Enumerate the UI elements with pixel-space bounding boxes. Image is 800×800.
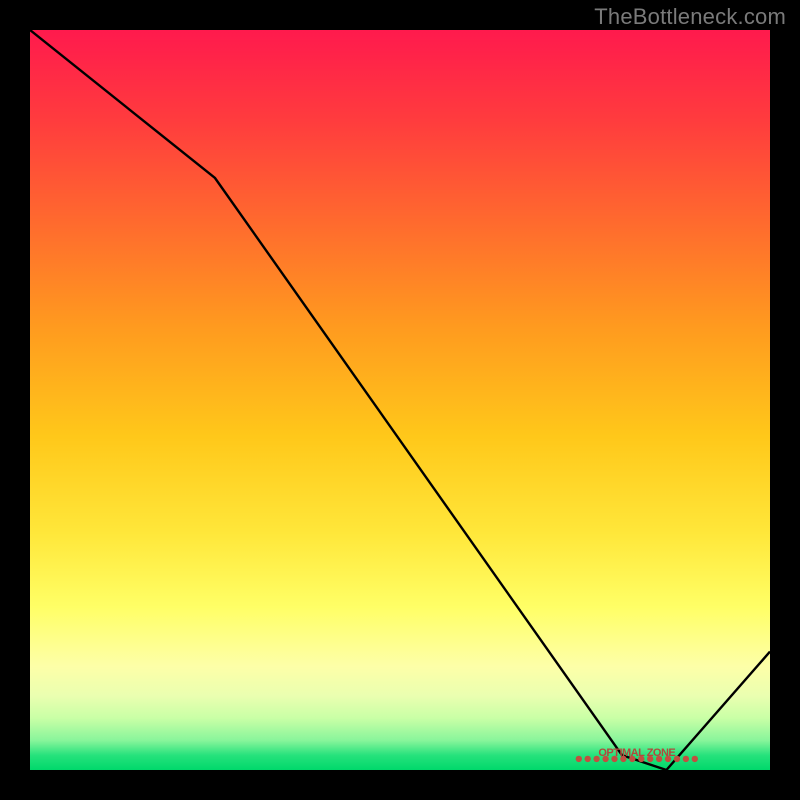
chart-container: TheBottleneck.com OPTIMAL ZONE xyxy=(0,0,800,800)
plot-svg xyxy=(30,30,770,770)
attribution-label: TheBottleneck.com xyxy=(594,4,786,30)
plot-area: OPTIMAL ZONE xyxy=(30,30,770,770)
bottleneck-curve xyxy=(30,30,770,770)
optimal-zone-label: OPTIMAL ZONE xyxy=(598,747,675,759)
